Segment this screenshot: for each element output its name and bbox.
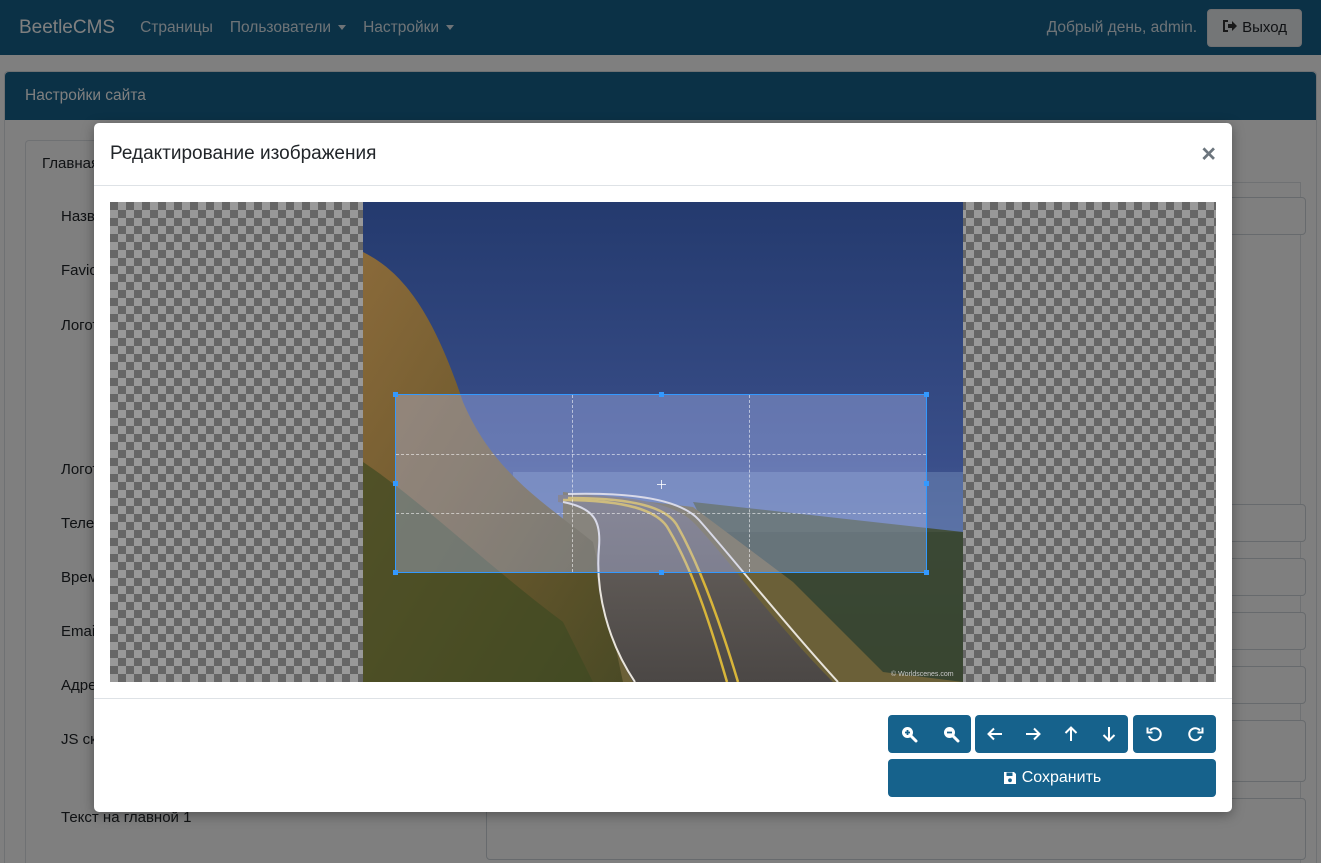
crop-handle-sw[interactable] xyxy=(393,570,398,575)
modal-header: Редактирование изображения × xyxy=(94,123,1232,186)
move-down-button[interactable] xyxy=(1090,715,1128,753)
crop-selection[interactable] xyxy=(393,392,929,575)
crop-center-marker xyxy=(657,479,666,489)
arrow-left-icon xyxy=(986,727,1002,741)
photo-watermark: © Worldscenes.com xyxy=(891,670,954,678)
floppy-disk-icon xyxy=(1003,771,1017,785)
arrow-down-icon xyxy=(1102,727,1116,742)
crop-handle-e[interactable] xyxy=(924,481,929,486)
zoom-out-icon xyxy=(943,727,959,743)
image-editor-modal: Редактирование изображения × © Worldscen… xyxy=(94,123,1232,812)
save-button[interactable]: Сохранить xyxy=(888,759,1216,797)
crop-workspace[interactable]: © Worldscenes.com xyxy=(110,202,1216,682)
crop-handle-w[interactable] xyxy=(393,481,398,486)
close-icon[interactable]: × xyxy=(1201,141,1216,167)
modal-footer: Сохранить xyxy=(94,698,1232,812)
zoom-in-button[interactable] xyxy=(888,715,930,753)
crop-handle-n[interactable] xyxy=(659,392,664,397)
rotate-button-group xyxy=(1133,715,1216,753)
rotate-left-button[interactable] xyxy=(1133,715,1175,753)
move-right-button[interactable] xyxy=(1014,715,1052,753)
rotate-right-icon xyxy=(1188,726,1204,741)
move-button-group xyxy=(975,715,1128,753)
crop-handle-s[interactable] xyxy=(659,570,664,575)
arrow-up-icon xyxy=(1064,726,1078,741)
crop-handle-ne[interactable] xyxy=(924,392,929,397)
rotate-left-icon xyxy=(1146,726,1162,741)
move-up-button[interactable] xyxy=(1052,715,1090,753)
zoom-button-group xyxy=(888,715,971,753)
crop-handle-nw[interactable] xyxy=(393,392,398,397)
zoom-out-button[interactable] xyxy=(930,715,971,753)
move-left-button[interactable] xyxy=(975,715,1014,753)
zoom-in-icon xyxy=(902,727,918,743)
save-label: Сохранить xyxy=(1021,769,1102,786)
modal-title: Редактирование изображения xyxy=(110,143,377,164)
arrow-right-icon xyxy=(1026,727,1041,741)
rotate-right-button[interactable] xyxy=(1175,715,1216,753)
crop-handle-se[interactable] xyxy=(924,570,929,575)
